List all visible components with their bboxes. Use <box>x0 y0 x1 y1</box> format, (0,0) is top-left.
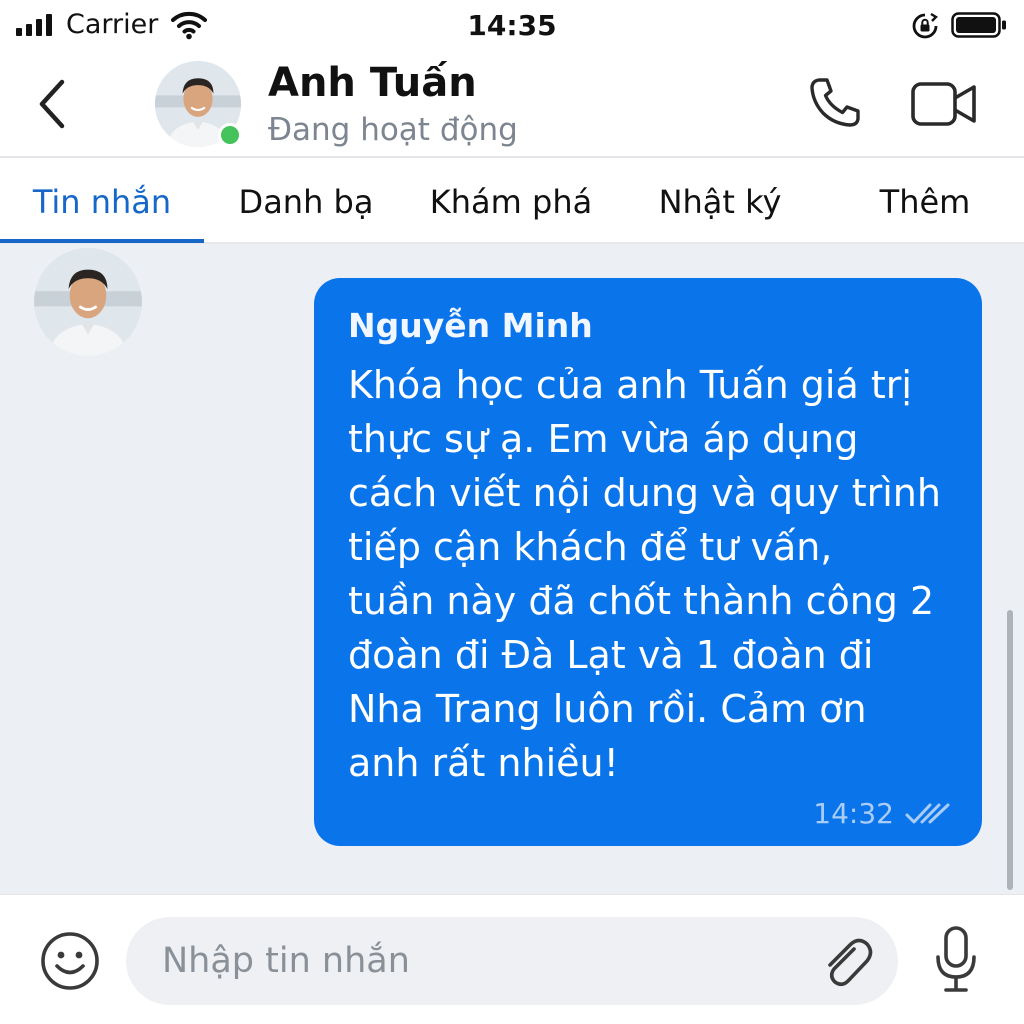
message-text: Khóa học của anh Tuấn giá trị thực sự ạ.… <box>348 363 941 785</box>
status-bar: Carrier 14:35 <box>0 0 1024 52</box>
message-meta: 14:32 <box>813 797 952 830</box>
scrollbar[interactable] <box>1007 610 1013 890</box>
emoji-icon[interactable] <box>38 929 102 993</box>
tab-bar: Tin nhắn Danh bạ Khám phá Nhật ký Thêm <box>0 158 1024 244</box>
status-time: 14:35 <box>467 9 557 42</box>
tab-more[interactable]: Thêm <box>826 158 1024 244</box>
message-list[interactable]: Nguyễn Minh Khóa học của anh Tuấn giá tr… <box>0 244 1024 894</box>
message-time: 14:32 <box>813 797 894 830</box>
battery-icon <box>951 12 1006 38</box>
avatar-portrait <box>34 248 142 356</box>
paperclip-icon[interactable] <box>816 931 876 991</box>
message-bubble[interactable]: Nguyễn Minh Khóa học của anh Tuấn giá tr… <box>314 278 982 846</box>
contact-status: Đang hoạt động <box>268 112 518 148</box>
tab-timeline[interactable]: Nhật ký <box>614 158 826 244</box>
tab-messages[interactable]: Tin nhắn <box>0 158 204 244</box>
rotation-lock-icon <box>912 12 938 39</box>
phone-icon[interactable] <box>806 74 864 132</box>
tab-contacts[interactable]: Danh bạ <box>204 158 408 244</box>
active-tab-indicator <box>0 239 204 243</box>
message-composer <box>0 894 1024 1024</box>
video-icon[interactable] <box>910 78 978 130</box>
message-sender: Nguyễn Minh <box>348 306 593 345</box>
microphone-icon[interactable] <box>932 925 980 995</box>
tab-discover[interactable]: Khám phá <box>408 158 614 244</box>
double-check-icon <box>905 803 950 823</box>
message-avatar[interactable] <box>34 248 142 356</box>
back-icon[interactable] <box>30 74 74 134</box>
message-input-container <box>126 917 898 1005</box>
online-status-dot <box>218 123 242 147</box>
message-input[interactable] <box>162 917 802 1005</box>
contact-name[interactable]: Anh Tuấn <box>268 60 477 106</box>
chat-header: Anh Tuấn Đang hoạt động <box>0 52 1024 158</box>
